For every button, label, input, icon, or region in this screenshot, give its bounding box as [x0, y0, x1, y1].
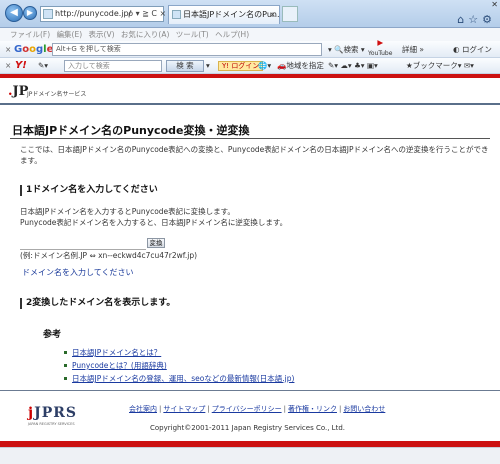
- page-title: 日本語JPドメイン名のPunycode変換・逆変換: [12, 124, 250, 137]
- pencil-icon[interactable]: ✎▾: [38, 58, 48, 74]
- ref-link-about-jp-domain[interactable]: 日本語JPドメイン名とは？: [72, 348, 161, 357]
- reference-heading: 参考: [43, 330, 62, 340]
- menu-file[interactable]: ファイル(F): [10, 30, 50, 39]
- forward-button[interactable]: ▶: [23, 6, 37, 20]
- back-button[interactable]: ◀: [5, 4, 23, 22]
- yahoo-search-input[interactable]: 入力して検索: [64, 60, 162, 72]
- yahoo-logo: Y!: [15, 60, 27, 71]
- section1-description: 日本語JPドメイン名を入力するとPunycode表記に変換します。 Punyco…: [20, 206, 287, 228]
- intro-text: ここでは、日本語JPドメイン名のPunycode表記への変換と、Punycode…: [20, 145, 489, 165]
- domain-name-input[interactable]: [20, 239, 146, 250]
- browser-titlebar: ◀ ▶ http://punycode.jp/ ρ ▾ ≧ C × 日本語JPド…: [0, 0, 500, 28]
- google-toolbar: × Google Alt+G を押して検索 ▾ 🔍検索 ▾ ▶ YouTube 詳…: [0, 38, 500, 59]
- header-divider: [0, 103, 500, 105]
- conversion-example: (例:ドメイン名例.JP ⇔ xn--eckwd4c7cu47r2wf.jp): [20, 251, 198, 260]
- menu-favorites[interactable]: お気に入り(A): [121, 30, 169, 39]
- user-icon: ◐: [453, 45, 460, 54]
- jprs-logo[interactable]: jJPRS: [28, 405, 77, 421]
- jprs-logo-subtitle: JAPAN REGISTRY SERVICES: [28, 422, 75, 426]
- footer-link-privacy[interactable]: プライバシーポリシー: [212, 405, 282, 413]
- google-search-icon: 🔍: [334, 45, 344, 54]
- new-tab-button[interactable]: [282, 6, 298, 22]
- home-favorites-settings-icons[interactable]: ⌂☆⚙: [457, 13, 496, 26]
- list-item: 日本語JPドメイン名の登録、運用、seoなどの最新情報(日本語.jp): [64, 372, 294, 385]
- browser-statusbar: [0, 447, 500, 464]
- forward-arrow-icon: ▶: [26, 8, 34, 17]
- address-controls[interactable]: ρ ▾ ≧ C ×: [128, 6, 166, 22]
- menu-bar: ファイル(F) 編集(E) 表示(V) お気に入り(A) ツール(T) ヘルプ(…: [0, 28, 500, 41]
- copyright-text: Copyright©2001-2011 Japan Registry Servi…: [150, 424, 345, 432]
- menu-tools[interactable]: ツール(T): [176, 30, 209, 39]
- back-arrow-icon: ◀: [10, 7, 18, 18]
- page-content: .JP JPドメイン名サービス 日本語JPドメイン名のPunycode変換・逆変…: [0, 78, 500, 454]
- youtube-icon: ▶: [377, 38, 384, 47]
- address-text: http://punycode.jp/: [55, 9, 132, 18]
- yahoo-login-button[interactable]: Y! ログイン: [218, 61, 264, 71]
- google-login-button[interactable]: ◐ ログイン: [453, 41, 492, 58]
- google-search-input[interactable]: Alt+G を押して検索: [52, 43, 322, 56]
- footer-links: 会社案内 | サイトマップ | プライバシーポリシー | 著作権・リンク | お問い合わせ: [129, 405, 386, 413]
- section1-line1: 日本語JPドメイン名を入力するとPunycode表記に変換します。: [20, 207, 235, 216]
- tab-favicon-icon: [172, 10, 181, 19]
- convert-button[interactable]: 変換: [147, 238, 165, 248]
- menu-view[interactable]: 表示(V): [89, 30, 115, 39]
- yahoo-search-button[interactable]: 検 索: [166, 60, 204, 72]
- footer-divider: [0, 390, 500, 391]
- bookmarks-button[interactable]: ★ブックマーク▾ ✉▾: [406, 58, 474, 74]
- tab-title: 日本語JPドメイン名のPun...: [183, 10, 280, 19]
- ref-link-latest-info[interactable]: 日本語JPドメイン名の登録、運用、seoなどの最新情報(日本語.jp): [72, 374, 294, 383]
- youtube-button[interactable]: ▶ YouTube: [368, 38, 392, 59]
- enter-domain-prompt: ドメイン名を入力してください: [22, 268, 134, 277]
- yahoo-misc-icons[interactable]: ✎▾ ☁▾ ♣▾ ▣▾: [328, 58, 378, 74]
- ref-link-punycode-glossary[interactable]: Punycodeとは？(用語辞典): [72, 361, 167, 370]
- section1-heading: 1ドメイン名を入力してください: [20, 185, 158, 196]
- yahoo-toolbar-close-icon[interactable]: ×: [5, 58, 11, 74]
- menu-edit[interactable]: 編集(E): [57, 30, 83, 39]
- google-toolbar-close-icon[interactable]: ×: [5, 41, 11, 58]
- window-close-icon[interactable]: ✕: [491, 0, 498, 9]
- footer-link-company[interactable]: 会社案内: [129, 405, 157, 413]
- favicon-icon: [43, 9, 53, 19]
- yahoo-dropdown-icon[interactable]: ▾: [206, 58, 210, 74]
- menu-help[interactable]: ヘルプ(H): [215, 30, 249, 39]
- google-more-button[interactable]: 詳細 »: [402, 41, 424, 58]
- yahoo-toolbar: × Y! ✎▾ 入力して検索 検 索 ▾ Y! ログイン 🌐▾ 🚗地域を指定 ✎…: [0, 58, 500, 74]
- title-divider: [10, 138, 490, 139]
- reference-list: 日本語JPドメイン名とは？ Punycodeとは？(用語辞典) 日本語JPドメイ…: [64, 346, 294, 385]
- tab-close-icon[interactable]: ×: [269, 6, 276, 23]
- section1-line2: Punycode表記ドメイン名を入力すると、日本語JPドメイン名に逆変換します。: [20, 218, 288, 227]
- list-item: Punycodeとは？(用語辞典): [64, 359, 294, 372]
- bookmark-icon: ★: [406, 61, 413, 70]
- tab-active[interactable]: 日本語JPドメイン名のPun... ×: [168, 5, 280, 24]
- list-item: 日本語JPドメイン名とは？: [64, 346, 294, 359]
- google-search-button[interactable]: ▾ 🔍検索 ▾: [328, 41, 365, 58]
- section2-heading: 2変換したドメイン名を表示します。: [20, 298, 175, 309]
- footer-link-copyright[interactable]: 著作権・リンク: [288, 405, 337, 413]
- area-button[interactable]: 🚗地域を指定: [277, 58, 324, 74]
- yahoo-tools-icon[interactable]: 🌐▾: [258, 58, 271, 74]
- footer-link-sitemap[interactable]: サイトマップ: [163, 405, 205, 413]
- jp-logo[interactable]: .JP: [8, 84, 28, 99]
- jp-logo-subtitle: JPドメイン名サービス: [27, 91, 87, 98]
- footer-link-contact[interactable]: お問い合わせ: [343, 405, 385, 413]
- car-icon: 🚗: [277, 61, 287, 70]
- google-logo: Google: [14, 44, 54, 55]
